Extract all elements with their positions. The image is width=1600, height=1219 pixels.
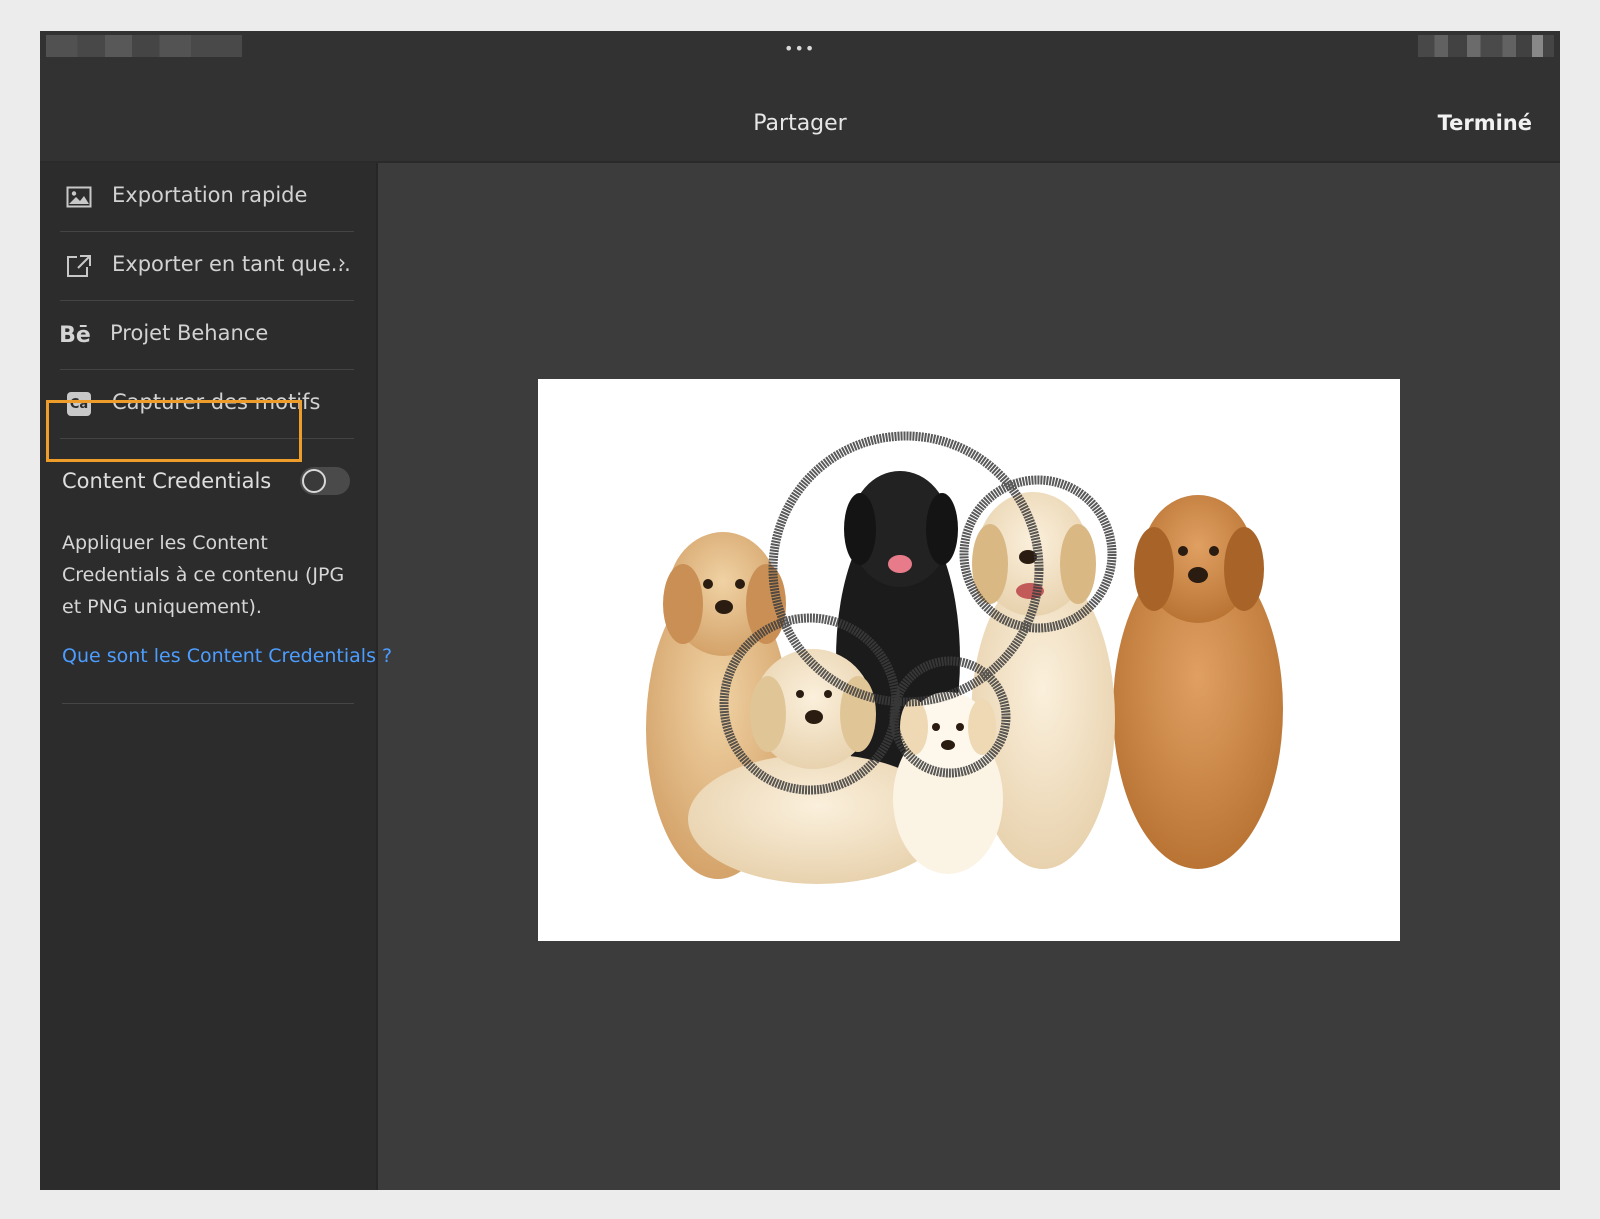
behance-highlight-frame xyxy=(46,400,302,462)
status-bar: ••• xyxy=(40,31,1560,61)
export-icon xyxy=(66,254,92,278)
page-title: Partager xyxy=(753,111,847,136)
menu-item-label: Exporter en tant que... xyxy=(112,252,351,276)
menu-item-behance-project[interactable]: Bē Projet Behance xyxy=(59,301,354,370)
app-window: ••• Partager Terminé Exportation rapide xyxy=(40,31,1560,1190)
menu-item-quick-export[interactable]: Exportation rapide xyxy=(60,163,354,232)
content-credentials-description: Appliquer les Content Credentials à ce c… xyxy=(62,532,345,618)
share-header: Partager Terminé xyxy=(40,61,1560,163)
image-preview xyxy=(538,379,1400,941)
done-button[interactable]: Terminé xyxy=(1438,111,1532,135)
behance-icon: Bē xyxy=(59,322,91,348)
content-credentials-row: Content Credentials xyxy=(62,465,354,505)
menu-item-label: Exportation rapide xyxy=(112,183,308,207)
more-options-icon[interactable]: ••• xyxy=(784,39,815,58)
menu-item-label: Projet Behance xyxy=(110,321,269,345)
image-icon xyxy=(66,185,92,209)
menu-item-export-as[interactable]: Exporter en tant que... › xyxy=(60,232,354,301)
dogs-photo xyxy=(646,431,1283,884)
share-sidebar: Exportation rapide Exporter en tant que.… xyxy=(40,163,392,1190)
content-credentials-label: Content Credentials xyxy=(62,469,272,493)
chevron-right-icon: › xyxy=(338,250,346,274)
status-bar-left-blurred xyxy=(46,35,242,57)
status-bar-right-blurred xyxy=(1418,35,1554,57)
content-credentials-toggle[interactable] xyxy=(300,467,350,495)
content-credentials-help-link[interactable]: Que sont les Content Credentials ? xyxy=(62,645,392,667)
toggle-knob xyxy=(302,469,326,493)
divider xyxy=(62,703,354,704)
